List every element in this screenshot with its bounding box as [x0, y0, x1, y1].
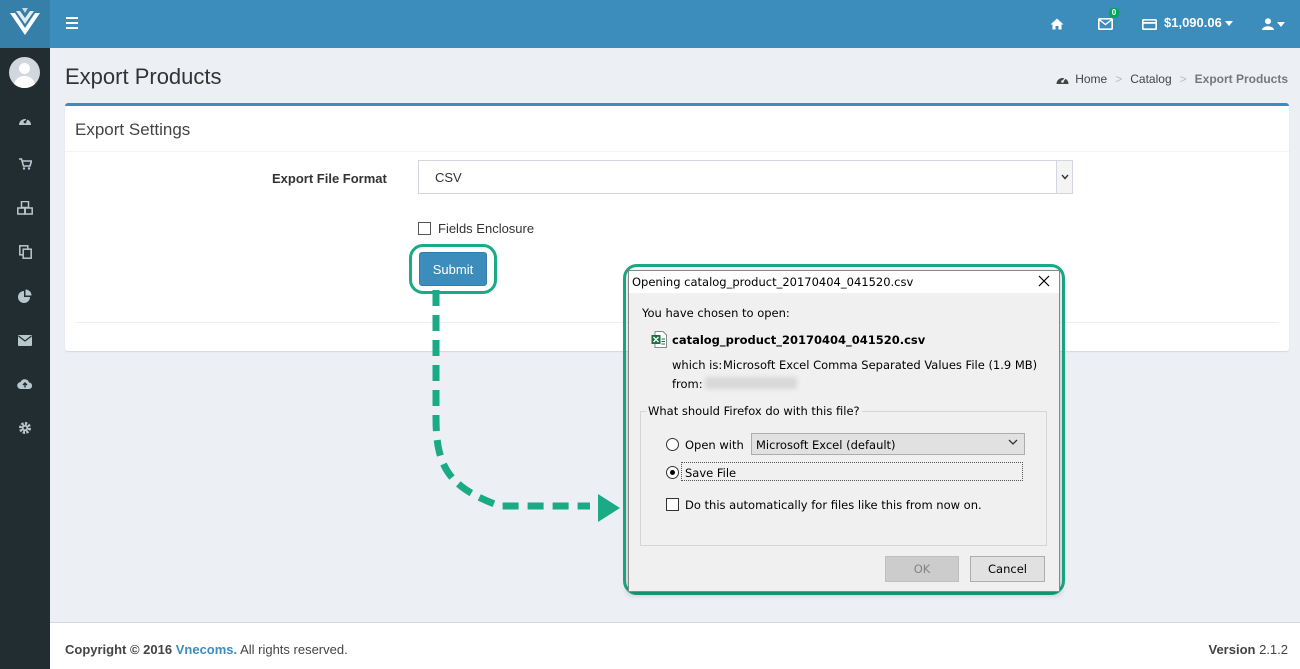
cloud-upload-icon[interactable] — [17, 376, 33, 392]
open-with-select[interactable]: Microsoft Excel (default) — [751, 433, 1025, 455]
excel-file-icon — [651, 331, 667, 348]
copyright-text: Copyright © 2016 Vnecoms. All rights res… — [65, 642, 348, 657]
balance-amount: $1,090.06 — [1164, 15, 1222, 30]
cubes-icon[interactable] — [17, 200, 33, 216]
fields-enclosure-checkbox[interactable] — [418, 222, 431, 235]
dialog-titlebar: Opening catalog_product_20170404_041520.… — [629, 271, 1059, 293]
auto-action-checkbox[interactable] — [666, 498, 679, 511]
blurred-source-url — [705, 377, 797, 389]
submit-button[interactable]: Submit — [419, 252, 487, 286]
envelope-icon[interactable] — [17, 332, 33, 348]
version-text: Version 2.1.2 — [1208, 642, 1288, 657]
ok-button[interactable]: OK — [885, 556, 959, 582]
cancel-button[interactable]: Cancel — [970, 556, 1045, 582]
sidebar — [0, 0, 50, 669]
cart-icon[interactable] — [17, 156, 33, 172]
user-avatar[interactable] — [9, 57, 40, 88]
credit-card-icon — [1142, 14, 1157, 34]
dashboard-icon[interactable] — [17, 112, 33, 128]
chosen-text: You have chosen to open: — [642, 306, 790, 320]
download-dialog: Opening catalog_product_20170404_041520.… — [628, 270, 1060, 592]
logo-icon — [10, 8, 40, 35]
file-name: catalog_product_20170404_041520.csv — [672, 333, 926, 347]
file-type: Microsoft Excel Comma Separated Values F… — [723, 358, 1038, 372]
dashed-arrow-annotation — [432, 290, 620, 522]
action-question: What should Firefox do with this file? — [646, 404, 862, 418]
save-file-label: Save File — [685, 466, 737, 480]
breadcrumb-separator: > — [1115, 72, 1123, 86]
company-link[interactable]: Vnecoms. — [176, 642, 237, 657]
open-with-radio[interactable] — [666, 438, 679, 451]
export-format-select[interactable]: CSV — [418, 160, 1073, 194]
breadcrumb: Home > Catalog > Export Products — [1056, 72, 1288, 86]
chevron-down-icon — [1008, 439, 1018, 445]
copyright-prefix: Copyright © 2016 — [65, 642, 173, 657]
menu-toggle-icon[interactable] — [66, 17, 78, 29]
save-file-radio[interactable] — [666, 466, 679, 479]
balance-dropdown[interactable]: $1,090.06 — [1164, 15, 1233, 30]
user-icon — [1262, 18, 1274, 30]
version-number: 2.1.2 — [1259, 642, 1288, 657]
breadcrumb-catalog[interactable]: Catalog — [1130, 72, 1171, 86]
copy-icon[interactable] — [17, 244, 33, 260]
auto-action-label: Do this automatically for files like thi… — [685, 498, 982, 512]
from-label: from: — [672, 377, 703, 391]
which-is-label: which is: — [672, 358, 723, 372]
close-icon[interactable] — [1037, 274, 1051, 288]
top-navbar: 0 $1,090.06 — [50, 0, 1300, 48]
open-with-value: Microsoft Excel (default) — [756, 438, 896, 452]
user-menu[interactable] — [1262, 14, 1285, 34]
version-label: Version — [1208, 642, 1256, 657]
box-title: Export Settings — [75, 120, 191, 139]
breadcrumb-separator: > — [1179, 72, 1187, 86]
open-with-label: Open with — [685, 438, 744, 452]
dialog-title: Opening catalog_product_20170404_041520.… — [632, 275, 914, 289]
page-title: Export Products — [65, 64, 222, 89]
rights-text: All rights reserved. — [240, 642, 348, 657]
divider — [65, 151, 1289, 152]
breadcrumb-home[interactable]: Home — [1075, 72, 1107, 86]
chevron-down-icon — [1277, 21, 1285, 27]
home-icon[interactable] — [1050, 14, 1064, 34]
export-format-value: CSV — [435, 170, 462, 185]
dashboard-icon — [1056, 76, 1069, 84]
chevron-down-icon — [1056, 161, 1072, 193]
gear-icon[interactable] — [17, 420, 33, 436]
chevron-down-icon — [1224, 21, 1233, 27]
pie-chart-icon[interactable] — [17, 288, 33, 304]
mail-badge: 0 — [1109, 8, 1119, 18]
breadcrumb-current: Export Products — [1194, 72, 1288, 86]
page-footer: Copyright © 2016 Vnecoms. All rights res… — [50, 622, 1300, 669]
export-format-label: Export File Format — [272, 171, 387, 186]
fields-enclosure-label: Fields Enclosure — [438, 221, 535, 236]
brand-logo[interactable] — [0, 0, 50, 48]
